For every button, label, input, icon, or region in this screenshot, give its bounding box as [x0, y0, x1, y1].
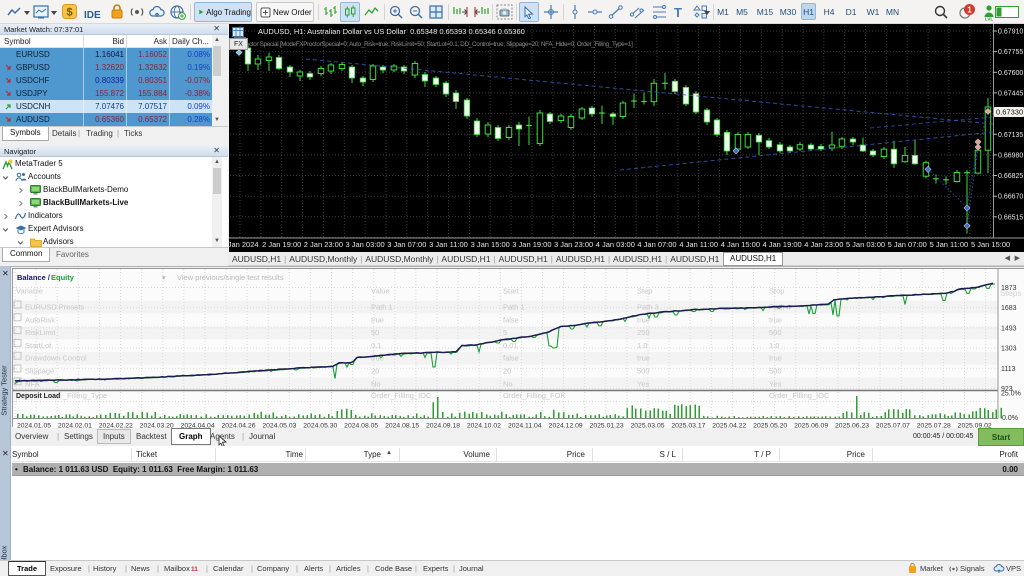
svg-text:1.0: 1.0 — [769, 341, 779, 350]
svg-text:Path 3: Path 3 — [637, 303, 659, 312]
svg-text:RiskLimit: RiskLimit — [25, 328, 56, 337]
svg-text:3 Jan 15:00: 3 Jan 15:00 — [471, 240, 510, 249]
svg-text:AutoRisk: AutoRisk — [25, 315, 55, 324]
svg-text:0.1: 0.1 — [371, 341, 381, 350]
svg-text:3 Jan 11:00: 3 Jan 11:00 — [429, 240, 468, 249]
svg-text:25.0%: 25.0% — [1001, 391, 1021, 398]
svg-text:3 Jan 07:00: 3 Jan 07:00 — [387, 240, 426, 249]
svg-text:StartLot: StartLot — [25, 341, 52, 350]
svg-text:250: 250 — [637, 328, 650, 337]
svg-text:0.66515: 0.66515 — [998, 214, 1023, 221]
svg-text:0.67910: 0.67910 — [998, 29, 1023, 36]
svg-text:_Filling_Type: _Filling_Type — [62, 391, 107, 400]
svg-text:Variable: Variable — [16, 287, 43, 296]
svg-text:500: 500 — [769, 367, 782, 376]
svg-text:4 Jan 03:00: 4 Jan 03:00 — [596, 240, 635, 249]
svg-text:Yes: Yes — [769, 379, 781, 388]
svg-text:0.66825: 0.66825 — [998, 173, 1023, 180]
svg-text:2 Jan 19:00: 2 Jan 19:00 — [262, 240, 301, 249]
svg-text:1113: 1113 — [1001, 366, 1016, 373]
svg-text:5 Jan 03:00: 5 Jan 03:00 — [846, 240, 885, 249]
svg-text:5 Jan 07:00: 5 Jan 07:00 — [888, 240, 927, 249]
svg-text:2 Jan 23:00: 2 Jan 23:00 — [304, 240, 343, 249]
svg-text:Stop: Stop — [769, 287, 784, 296]
svg-text:0.0%: 0.0% — [1002, 415, 1018, 422]
svg-text:0.66980: 0.66980 — [998, 152, 1023, 159]
svg-text:4 Jan 19:00: 4 Jan 19:00 — [762, 240, 801, 249]
svg-text:true: true — [769, 354, 782, 363]
svg-text:1873: 1873 — [1001, 285, 1017, 292]
svg-text:Slippage: Slippage — [25, 367, 54, 376]
svg-text:EURUSD Presets: EURUSD Presets — [25, 303, 84, 312]
svg-text:2 Jan 2024: 2 Jan 2024 — [229, 240, 259, 249]
svg-text:0.67445: 0.67445 — [998, 90, 1023, 97]
svg-text:0.67600: 0.67600 — [998, 70, 1023, 77]
svg-text:true: true — [637, 354, 650, 363]
svg-text:500: 500 — [769, 328, 782, 337]
svg-text:Order_Filling_FOK: Order_Filling_FOK — [503, 391, 566, 400]
svg-text:▾: ▾ — [162, 273, 166, 282]
svg-text:Path 1: Path 1 — [503, 303, 525, 312]
svg-text:Order_Filling_IOC: Order_Filling_IOC — [371, 391, 432, 400]
svg-text:1493: 1493 — [1001, 325, 1017, 332]
svg-text:View previous/single test resu: View previous/single test results — [177, 273, 284, 282]
svg-text:0.66670: 0.66670 — [998, 194, 1023, 201]
svg-text:0.67755: 0.67755 — [998, 49, 1023, 56]
svg-text:LVL: LVL — [985, 17, 993, 22]
svg-text:5: 5 — [503, 328, 507, 337]
svg-text:false: false — [503, 315, 519, 324]
svg-text:Start: Start — [503, 287, 520, 296]
svg-text:20: 20 — [503, 367, 511, 376]
svg-text:Deposit Load: Deposit Load — [16, 393, 60, 400]
svg-text:3 Jan 23:00: 3 Jan 23:00 — [554, 240, 593, 249]
svg-text:5 Jan 11:00: 5 Jan 11:00 — [930, 240, 969, 249]
svg-text:Drawdown Control: Drawdown Control — [25, 354, 87, 363]
svg-text:0.01: 0.01 — [503, 341, 518, 350]
svg-text:4 Jan 07:00: 4 Jan 07:00 — [637, 240, 676, 249]
svg-text:Equity: Equity — [51, 273, 75, 282]
svg-text:1: 1 — [967, 6, 972, 15]
svg-text:Value: Value — [371, 287, 390, 296]
svg-text:50: 50 — [371, 328, 379, 337]
svg-text:4 Jan 15:00: 4 Jan 15:00 — [721, 240, 760, 249]
svg-text:0.67135: 0.67135 — [998, 132, 1023, 139]
svg-text:20: 20 — [371, 367, 379, 376]
svg-text:3 Jan 03:00: 3 Jan 03:00 — [345, 240, 384, 249]
svg-text:No: No — [371, 379, 381, 388]
svg-text:1683: 1683 — [1001, 305, 1017, 312]
svg-text:false: false — [503, 354, 519, 363]
svg-text:Balance /: Balance / — [17, 273, 51, 282]
svg-text:true: true — [769, 315, 782, 324]
svg-text:1303: 1303 — [1001, 346, 1017, 353]
svg-text:500: 500 — [637, 367, 650, 376]
svg-text:1.0: 1.0 — [637, 341, 647, 350]
svg-text:Step: Step — [637, 287, 652, 296]
svg-text:0.67330: 0.67330 — [996, 108, 1023, 117]
svg-text:true: true — [371, 315, 384, 324]
svg-text:No: No — [503, 379, 513, 388]
svg-text:Order_Filling_IOC: Order_Filling_IOC — [769, 391, 830, 400]
svg-text:$: $ — [66, 7, 72, 19]
svg-text:3 Jan 19:00: 3 Jan 19:00 — [512, 240, 551, 249]
svg-text:4 Jan 11:00: 4 Jan 11:00 — [679, 240, 718, 249]
svg-text:5 Jan 15:00: 5 Jan 15:00 — [971, 240, 1010, 249]
svg-text:Path 1: Path 1 — [371, 303, 393, 312]
svg-text:4 Jan 23:00: 4 Jan 23:00 — [804, 240, 843, 249]
svg-text:Yes: Yes — [637, 379, 649, 388]
